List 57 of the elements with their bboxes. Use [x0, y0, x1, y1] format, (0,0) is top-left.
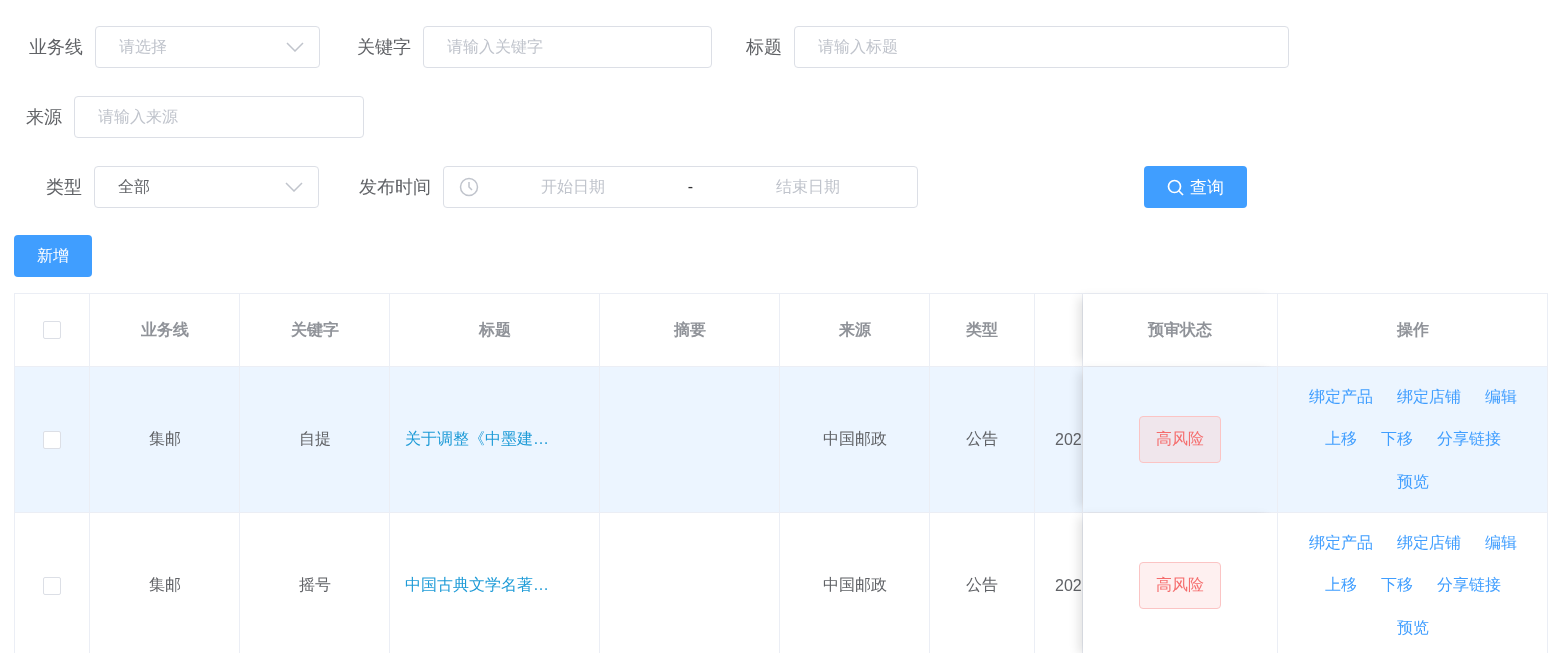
table-cell-text: 集邮	[148, 575, 181, 595]
checkbox[interactable]	[43, 321, 61, 339]
date-range-field[interactable]: 开始日期 - 结束日期	[443, 166, 918, 208]
input-field[interactable]: 请输入来源	[74, 96, 364, 138]
column-header: 摘要	[673, 319, 706, 340]
checkbox[interactable]	[43, 430, 61, 449]
status-tag: 高风险	[1139, 562, 1221, 609]
action-link[interactable]: 绑定店铺	[1396, 531, 1461, 555]
field-label: 发布时间	[359, 176, 432, 199]
select-field[interactable]: 请选择	[95, 26, 320, 68]
input-field[interactable]: 请输入标题	[794, 26, 1289, 68]
table-cell-text: 中国邮政	[822, 575, 887, 595]
action-link[interactable]: 绑定产品	[1308, 385, 1373, 409]
action-link[interactable]: 绑定店铺	[1396, 385, 1461, 409]
field-label: 标题	[746, 36, 783, 59]
table-cell-text: 公告	[966, 575, 998, 595]
search-icon	[1167, 178, 1184, 196]
title-link[interactable]: 关于调整《中墨建…	[405, 429, 549, 450]
field-label: 来源	[26, 106, 63, 129]
column-header: 操作	[1396, 319, 1429, 340]
column-header: 关键字	[290, 319, 339, 340]
action-link[interactable]: 预览	[1396, 616, 1429, 640]
column-header: 来源	[838, 319, 871, 340]
action-link[interactable]: 下移	[1380, 428, 1413, 451]
field-label: 业务线	[29, 36, 84, 59]
clock-icon	[459, 177, 479, 197]
table-cell-text: 摇号	[298, 575, 331, 595]
column-header: 标题	[478, 319, 511, 340]
action-link[interactable]: 下移	[1380, 574, 1413, 597]
table-cell: 202	[1055, 430, 1082, 449]
action-link[interactable]: 分享链接	[1436, 428, 1501, 451]
field-label: 类型	[46, 176, 83, 199]
column-header: 类型	[966, 319, 998, 340]
action-link[interactable]: 预览	[1396, 470, 1429, 494]
chevron-down-icon	[285, 182, 303, 192]
table-cell: 202	[1055, 576, 1082, 595]
action-link[interactable]: 编辑	[1484, 531, 1517, 555]
table-cell-text: 中国邮政	[822, 429, 887, 449]
select-field[interactable]: 全部	[94, 166, 319, 208]
title-link[interactable]: 中国古典文学名著…	[405, 575, 549, 596]
table-cell-text: 公告	[966, 429, 998, 449]
column-header: 业务线	[140, 319, 189, 340]
action-link[interactable]: 上移	[1324, 574, 1357, 597]
action-link[interactable]: 编辑	[1484, 385, 1517, 409]
add-button[interactable]: 新增	[14, 235, 92, 277]
table-cell-text: 集邮	[148, 429, 181, 449]
field-label: 关键字	[357, 36, 412, 59]
checkbox[interactable]	[43, 576, 61, 595]
action-link[interactable]: 分享链接	[1436, 574, 1501, 597]
table-cell-text: 自提	[298, 429, 331, 449]
status-tag: 高风险	[1139, 416, 1221, 463]
action-link[interactable]: 上移	[1324, 428, 1357, 451]
action-link[interactable]: 绑定产品	[1308, 531, 1373, 555]
chevron-down-icon	[286, 42, 304, 52]
input-field[interactable]: 请输入关键字	[423, 26, 712, 68]
search-button[interactable]: 查询	[1144, 166, 1247, 208]
column-header: 预审状态	[1148, 319, 1212, 340]
